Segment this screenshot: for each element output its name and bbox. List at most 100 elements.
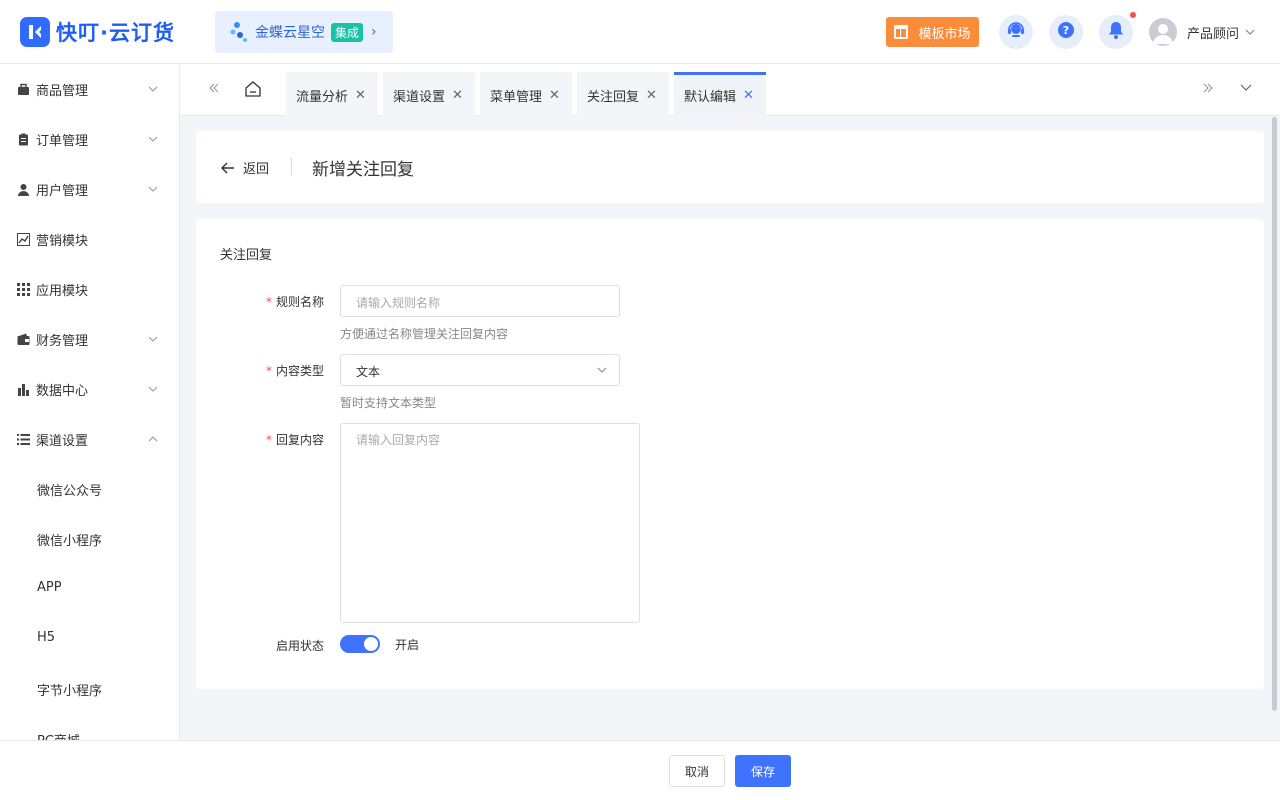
template-market-label: 模板市场: [918, 26, 971, 42]
close-icon[interactable]: ✕: [355, 88, 366, 103]
rule-name-hint: 方便通过名称管理关注回复内容: [340, 327, 509, 341]
sidebar-item-label: 营销模块: [36, 233, 89, 249]
cancel-button[interactable]: 取消: [669, 755, 725, 787]
chevron-down-icon: [148, 86, 158, 92]
tab-label: 流量分析: [296, 90, 349, 105]
close-icon[interactable]: ✕: [743, 88, 754, 103]
double-chevron-right-icon[interactable]: [1202, 82, 1214, 98]
chevron-down-icon[interactable]: [1240, 82, 1252, 98]
rule-name-placeholder: 请输入规则名称: [356, 296, 441, 310]
sidebar-subitem-app[interactable]: APP: [37, 580, 62, 595]
sidebar-item-data-center[interactable]: 数据中心: [0, 364, 179, 414]
close-icon[interactable]: ✕: [452, 88, 463, 103]
page-title: 新增关注回复: [312, 160, 414, 180]
help-button[interactable]: ?: [1049, 15, 1083, 49]
required-mark: *: [265, 433, 272, 447]
sidebar-subitem-wechat-miniprogram[interactable]: 微信小程序: [37, 530, 102, 549]
close-icon[interactable]: ✕: [646, 88, 657, 103]
template-market-button[interactable]: 模板市场: [886, 17, 979, 47]
status-label: 启用状态: [275, 639, 324, 653]
reply-content-label-text: 回复内容: [275, 433, 324, 447]
user-name: 产品顾问: [1187, 26, 1240, 42]
home-icon[interactable]: [244, 80, 262, 102]
logo-icon: [20, 17, 50, 47]
sidebar-item-orders[interactable]: 订单管理: [0, 114, 179, 164]
save-button[interactable]: 保存: [735, 755, 791, 787]
user-icon: [17, 183, 30, 196]
tab-channel-settings[interactable]: 渠道设置 ✕: [383, 72, 475, 116]
sidebar-item-channel-settings[interactable]: 渠道设置: [0, 414, 179, 464]
sidebar-item-marketing[interactable]: 营销模块: [0, 214, 179, 264]
headset-icon: [1007, 21, 1025, 43]
chevron-down-icon: [148, 186, 158, 192]
page-header-card: 返回 新增关注回复: [196, 131, 1264, 203]
template-icon: [894, 25, 909, 39]
sidebar-subitem-pc-mall[interactable]: PC商城: [37, 730, 80, 740]
bell-icon: [1108, 21, 1124, 43]
double-chevron-left-icon[interactable]: [208, 82, 220, 98]
tab-bar: 流量分析 ✕ 渠道设置 ✕ 菜单管理 ✕ 关注回复 ✕ 默认编辑 ✕: [180, 64, 1280, 116]
reply-content-textarea[interactable]: 请输入回复内容: [340, 423, 640, 623]
sidebar-item-products[interactable]: 商品管理: [0, 64, 179, 114]
back-button[interactable]: 返回: [221, 158, 269, 177]
kingdee-icon: [229, 20, 251, 44]
content-type-select[interactable]: 文本: [340, 354, 620, 386]
tab-default-edit[interactable]: 默认编辑 ✕: [674, 72, 766, 116]
sidebar-item-label: 渠道设置: [36, 433, 89, 449]
logo-text: 快叮·云订货: [56, 21, 175, 45]
footer-actions: 取消 保存: [0, 740, 1280, 800]
sidebar-item-label: 订单管理: [36, 133, 89, 149]
sidebar-item-users[interactable]: 用户管理: [0, 164, 179, 214]
scrollbar[interactable]: [1272, 117, 1277, 711]
sidebar-item-apps[interactable]: 应用模块: [0, 264, 179, 314]
status-toggle[interactable]: [340, 635, 380, 653]
sidebar: 商品管理 订单管理 用户管理 营销模块 应用模块 财务管理 数据中心 渠道设置 …: [0, 64, 180, 740]
chevron-down-icon: [1245, 27, 1255, 38]
sidebar-item-label: 商品管理: [36, 83, 89, 99]
tab-follow-reply[interactable]: 关注回复 ✕: [577, 72, 669, 116]
back-label: 返回: [243, 162, 270, 177]
content-type-value: 文本: [356, 365, 381, 379]
avatar: [1149, 18, 1177, 46]
sidebar-subitem-bytedance-miniprogram[interactable]: 字节小程序: [37, 680, 102, 699]
tab-label: 渠道设置: [393, 90, 446, 105]
sidebar-item-label: 用户管理: [36, 183, 89, 199]
arrow-left-icon: [221, 162, 234, 173]
integration-label: 金蝶云星空: [255, 25, 325, 41]
sidebar-subitem-wechat-official[interactable]: 微信公众号: [37, 480, 102, 499]
top-header: 快叮·云订货 金蝶云星空 集成 › 模板市场 ? 产品顾问: [0, 0, 1280, 64]
bar-chart-icon: [17, 383, 30, 396]
user-menu[interactable]: 产品顾问: [1149, 18, 1255, 46]
sidebar-item-label: 财务管理: [36, 333, 89, 349]
rule-name-label: * 规则名称: [196, 293, 324, 310]
tab-traffic-analysis[interactable]: 流量分析 ✕: [286, 72, 378, 116]
customer-service-button[interactable]: [999, 15, 1033, 49]
question-icon: ?: [1057, 21, 1075, 43]
rule-name-input[interactable]: 请输入规则名称: [340, 285, 620, 317]
svg-text:?: ?: [1063, 24, 1069, 37]
reply-content-label: * 回复内容: [196, 431, 324, 448]
wallet-icon: [17, 333, 30, 346]
reply-content-placeholder: 请输入回复内容: [356, 433, 441, 447]
sidebar-item-finance[interactable]: 财务管理: [0, 314, 179, 364]
tab-label: 菜单管理: [490, 90, 543, 105]
content-type-hint: 暂时支持文本类型: [340, 396, 437, 410]
required-mark: *: [265, 364, 272, 378]
app-logo[interactable]: 快叮·云订货: [20, 17, 175, 47]
notification-dot: [1130, 12, 1136, 18]
integration-tag: 集成: [331, 22, 364, 42]
close-icon[interactable]: ✕: [549, 88, 560, 103]
integration-banner[interactable]: 金蝶云星空 集成 ›: [215, 11, 393, 53]
required-mark: *: [265, 295, 272, 309]
clipboard-icon: [17, 133, 30, 146]
chevron-down-icon: [597, 367, 607, 373]
chevron-up-icon: [148, 436, 158, 442]
form-card: 关注回复 * 规则名称 请输入规则名称 方便通过名称管理关注回复内容 * 内容类型 …: [196, 219, 1264, 689]
divider: [291, 158, 292, 175]
chevron-down-icon: [148, 386, 158, 392]
sidebar-item-label: 数据中心: [36, 383, 89, 399]
tab-menu-management[interactable]: 菜单管理 ✕: [480, 72, 572, 116]
sidebar-subitem-h5[interactable]: H5: [37, 630, 55, 645]
list-icon: [17, 433, 30, 446]
notification-button[interactable]: [1099, 15, 1133, 49]
